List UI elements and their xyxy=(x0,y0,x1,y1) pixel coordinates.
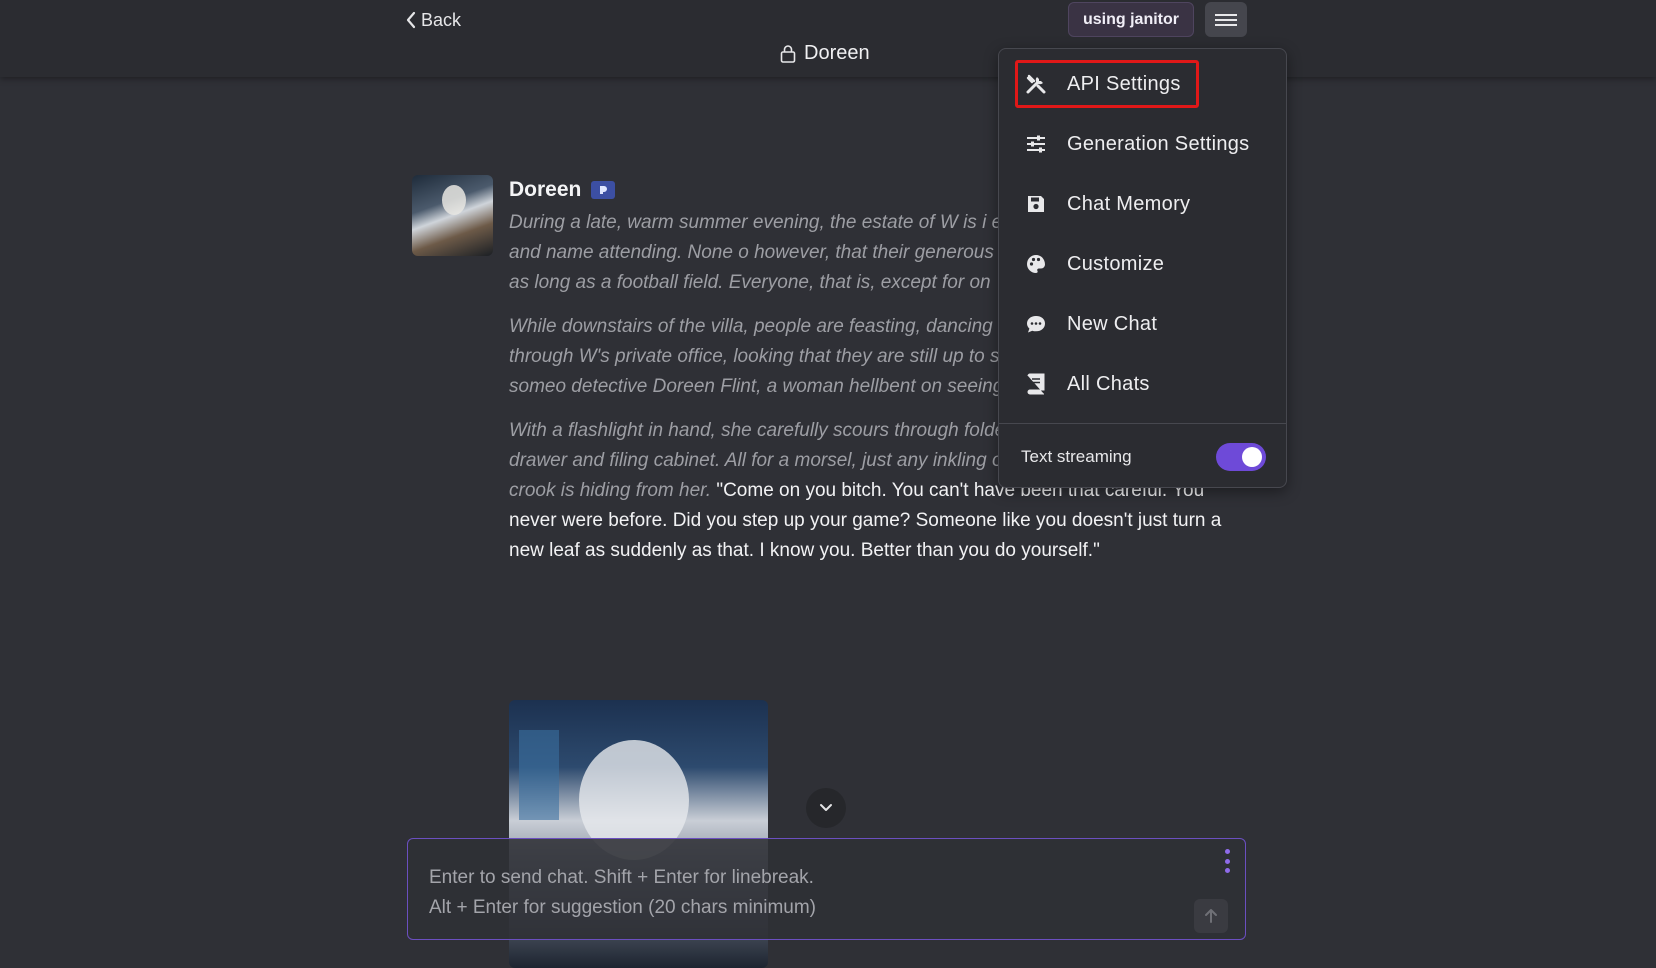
back-button[interactable]: Back xyxy=(405,8,461,32)
menu-item-label: New Chat xyxy=(1067,312,1158,335)
page-title: Doreen xyxy=(780,42,870,65)
verified-badge-icon xyxy=(591,181,616,199)
chevron-down-icon xyxy=(820,804,832,811)
menu-item-new-chat[interactable]: New Chat xyxy=(1025,304,1157,344)
chat-input[interactable] xyxy=(427,861,1191,925)
more-options-icon[interactable] xyxy=(1221,849,1233,873)
chat-input-box xyxy=(407,838,1246,940)
menu-item-label: All Chats xyxy=(1067,372,1150,395)
lock-icon xyxy=(780,44,796,63)
menu-item-generation-settings[interactable]: Generation Settings xyxy=(1025,124,1249,164)
hamburger-icon xyxy=(1215,11,1237,29)
menu-item-label: Generation Settings xyxy=(1067,132,1250,155)
menu-item-all-chats[interactable]: All Chats xyxy=(1025,364,1150,404)
menu-item-api-settings[interactable]: API Settings xyxy=(1025,64,1181,104)
send-button[interactable] xyxy=(1194,899,1228,933)
title-text: Doreen xyxy=(804,42,870,64)
avatar[interactable] xyxy=(412,175,493,256)
character-name[interactable]: Doreen xyxy=(509,178,581,202)
menu-divider xyxy=(999,423,1286,424)
menu-item-chat-memory[interactable]: Chat Memory xyxy=(1025,184,1190,224)
using-janitor-button[interactable]: using janitor xyxy=(1068,2,1194,37)
menu-item-customize[interactable]: Customize xyxy=(1025,244,1164,284)
menu-button[interactable] xyxy=(1205,2,1247,37)
save-icon xyxy=(1025,193,1047,215)
back-label: Back xyxy=(421,9,462,30)
chevron-left-icon xyxy=(406,11,416,29)
arrow-up-icon xyxy=(1205,909,1217,923)
menu-item-label: API Settings xyxy=(1067,72,1181,95)
toggle-knob xyxy=(1242,447,1262,467)
text-streaming-toggle[interactable] xyxy=(1216,443,1266,471)
palette-icon xyxy=(1025,253,1047,275)
character-header: Doreen xyxy=(509,178,616,202)
chat-bubble-icon xyxy=(1025,313,1047,335)
tools-icon xyxy=(1025,73,1047,95)
book-icon xyxy=(1025,373,1047,395)
menu-item-label: Customize xyxy=(1067,252,1165,275)
menu-item-label: Chat Memory xyxy=(1067,192,1191,215)
options-menu: API Settings Generation Settings Chat Me… xyxy=(998,48,1287,488)
text-streaming-label: Text streaming xyxy=(1021,447,1132,466)
sliders-icon xyxy=(1025,133,1047,155)
scroll-to-bottom-button[interactable] xyxy=(806,788,846,828)
top-bar: Back Doreen using janitor xyxy=(0,0,1656,77)
